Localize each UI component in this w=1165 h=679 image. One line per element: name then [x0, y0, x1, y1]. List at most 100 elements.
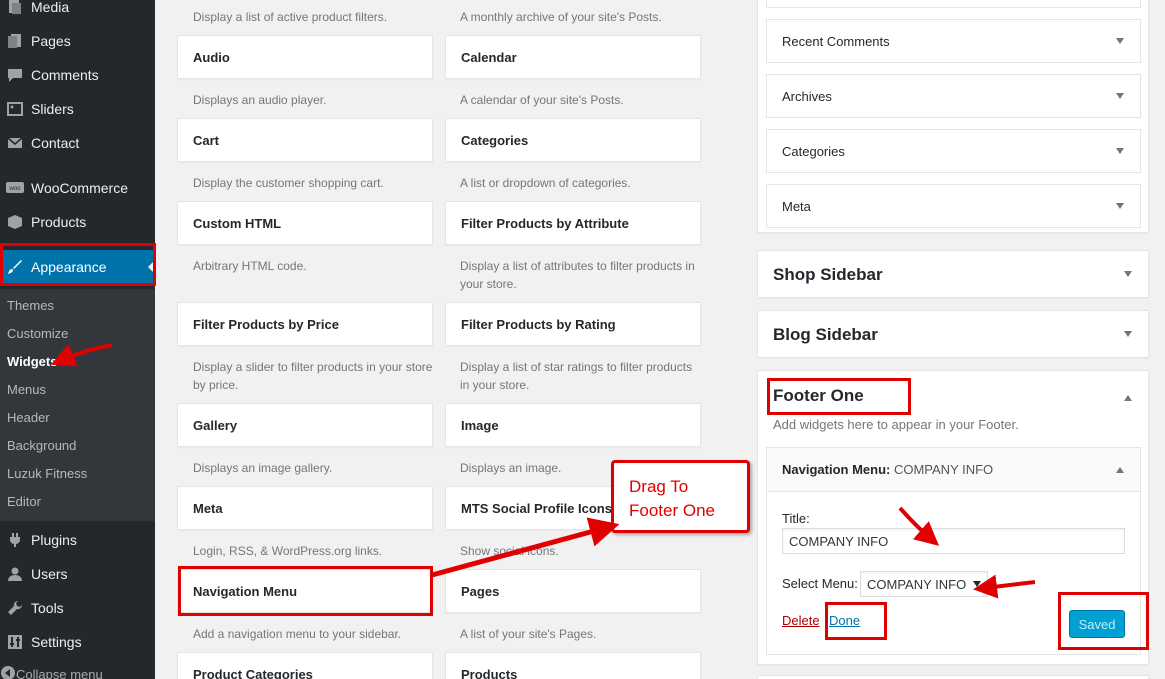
widget-title-label: Categories — [461, 132, 529, 148]
comments-icon — [5, 65, 25, 85]
submenu-menus[interactable]: Menus — [7, 382, 46, 397]
widget-product-categories[interactable]: Product Categories — [177, 652, 433, 679]
sidebar-widget-previous[interactable] — [766, 0, 1141, 8]
widget-cart[interactable]: Cart — [177, 118, 433, 162]
shop-sidebar-area[interactable]: Shop Sidebar — [757, 250, 1149, 298]
widget-gallery[interactable]: Gallery — [177, 403, 433, 447]
menu-item-sliders[interactable]: Sliders — [0, 92, 155, 126]
widget-title-label: Image — [461, 417, 499, 433]
collapse-label: Collapse menu — [16, 666, 103, 679]
menu-item-appearance[interactable]: Appearance — [0, 250, 155, 284]
delete-link[interactable]: Delete — [782, 613, 820, 628]
menu-item-contact[interactable]: Contact — [0, 126, 155, 160]
callout-line-2: Footer One — [629, 501, 715, 520]
widget-title-label: Products — [461, 666, 518, 679]
footer-one-title[interactable]: Footer One — [773, 386, 864, 406]
menu-item-comments[interactable]: Comments — [0, 58, 155, 92]
widget-description: A list of your site's Pages. — [460, 627, 597, 641]
chevron-down-icon[interactable] — [1116, 38, 1124, 44]
submenu-customize[interactable]: Customize — [7, 326, 68, 341]
widget-description: A list or dropdown of categories. — [460, 176, 631, 190]
widget-title-label: Audio — [193, 49, 230, 65]
widget-title-label: Gallery — [193, 417, 238, 433]
contact-icon — [5, 133, 25, 153]
widget-title-label: Filter Products by Attribute — [461, 215, 629, 231]
menu-item-plugins[interactable]: Plugins — [0, 523, 155, 557]
widget-description: Add a navigation menu to your sidebar. — [193, 627, 402, 641]
chevron-down-icon[interactable] — [1116, 203, 1124, 209]
menu-item-media[interactable]: Media — [0, 0, 155, 24]
title-input[interactable]: COMPANY INFO — [782, 528, 1125, 554]
select-menu-dropdown[interactable]: COMPANY INFO — [860, 571, 988, 597]
widget-title-label: Pages — [461, 583, 500, 599]
submenu-header[interactable]: Header — [7, 410, 50, 425]
sidebar-widget-label: Archives — [782, 88, 832, 104]
sidebar-widget-label: Categories — [782, 143, 845, 159]
widget-filter-products-by-rating[interactable]: Filter Products by Rating — [445, 302, 701, 346]
widget-navigation-menu[interactable]: Navigation Menu — [177, 569, 433, 613]
widget-title-label: MTS Social Profile Icons — [461, 500, 612, 516]
next-sidebar-area — [757, 675, 1149, 679]
widget-filter-products-by-price[interactable]: Filter Products by Price — [177, 302, 433, 346]
sidebar-widget-label: Recent Comments — [782, 33, 890, 49]
widget-products[interactable]: Products — [445, 652, 701, 679]
widget-categories[interactable]: Categories — [445, 118, 701, 162]
chevron-down-icon[interactable] — [1116, 93, 1124, 99]
dropdown-arrow-icon — [973, 581, 981, 587]
widget-pages[interactable]: Pages — [445, 569, 701, 613]
widget-description: Displays an image gallery. — [193, 461, 333, 475]
submenu-widgets[interactable]: Widgets — [7, 354, 57, 369]
appearance-submenu: Themes Customize Widgets Menus Header Ba… — [0, 289, 155, 521]
widget-title-label: Navigation Menu — [193, 583, 298, 599]
menu-item-products[interactable]: Products — [0, 205, 155, 239]
title-field-label: Title: — [782, 511, 810, 526]
select-menu-value: COMPANY INFO — [867, 576, 967, 592]
widget-audio[interactable]: Audio — [177, 35, 433, 79]
navigation-menu-widget-header[interactable]: Navigation Menu: COMPANY INFO — [767, 448, 1140, 492]
chevron-down-icon[interactable] — [1116, 148, 1124, 154]
menu-item-pages[interactable]: Pages — [0, 24, 155, 58]
appearance-icon — [5, 257, 25, 277]
widget-description: Arbitrary HTML code. — [193, 259, 307, 273]
navigation-menu-widget: Navigation Menu: COMPANY INFO Title: COM… — [766, 447, 1141, 655]
menu-label: WooCommerce — [31, 180, 128, 196]
widget-description: Display the customer shopping cart. — [193, 176, 384, 190]
widget-custom-html[interactable]: Custom HTML — [177, 201, 433, 245]
menu-item-woocommerce[interactable]: woo WooCommerce — [0, 171, 155, 205]
menu-label: Comments — [31, 67, 99, 83]
blog-sidebar-title: Blog Sidebar — [773, 325, 878, 344]
done-link[interactable]: Done — [829, 613, 860, 628]
widget-title-label: Filter Products by Price — [193, 316, 339, 332]
submenu-luzuk-fitness[interactable]: Luzuk Fitness — [7, 466, 87, 481]
widget-title-label: Custom HTML — [193, 215, 282, 231]
widget-calendar[interactable]: Calendar — [445, 35, 701, 79]
sidebar-widget-meta[interactable]: Meta — [766, 184, 1141, 228]
widget-title-label: Filter Products by Rating — [461, 316, 616, 332]
menu-item-settings[interactable]: Settings — [0, 625, 155, 659]
saved-button[interactable]: Saved — [1069, 610, 1125, 638]
menu-item-users[interactable]: Users — [0, 557, 155, 591]
widget-image[interactable]: Image — [445, 403, 701, 447]
chevron-up-icon[interactable] — [1116, 466, 1124, 473]
collapse-menu-button[interactable]: Collapse menu — [0, 662, 155, 679]
blog-sidebar-area[interactable]: Blog Sidebar — [757, 310, 1149, 358]
submenu-themes[interactable]: Themes — [7, 298, 54, 313]
chevron-up-icon[interactable] — [1124, 395, 1132, 401]
menu-label: Contact — [31, 135, 80, 151]
chevron-down-icon[interactable] — [1124, 331, 1132, 337]
chevron-down-icon[interactable] — [1124, 271, 1132, 277]
menu-item-tools[interactable]: Tools — [0, 591, 155, 625]
sidebar-widget-archives[interactable]: Archives — [766, 74, 1141, 118]
widget-meta[interactable]: Meta — [177, 486, 433, 530]
widget-title-label: Cart — [193, 132, 220, 148]
widget-instance-title: COMPANY INFO — [893, 462, 994, 477]
submenu-background[interactable]: Background — [7, 438, 76, 453]
sliders-icon — [5, 99, 25, 119]
submenu-editor[interactable]: Editor — [7, 494, 41, 509]
sidebar-widget-recent-comments[interactable]: Recent Comments — [766, 19, 1141, 63]
widget-filter-products-by-attribute[interactable]: Filter Products by Attribute — [445, 201, 701, 245]
menu-label: Plugins — [31, 532, 77, 548]
widget-description: A calendar of your site's Posts. — [460, 93, 624, 107]
sidebar-widget-categories[interactable]: Categories — [766, 129, 1141, 173]
widget-description: Display a list of star ratings to filter… — [460, 360, 693, 392]
